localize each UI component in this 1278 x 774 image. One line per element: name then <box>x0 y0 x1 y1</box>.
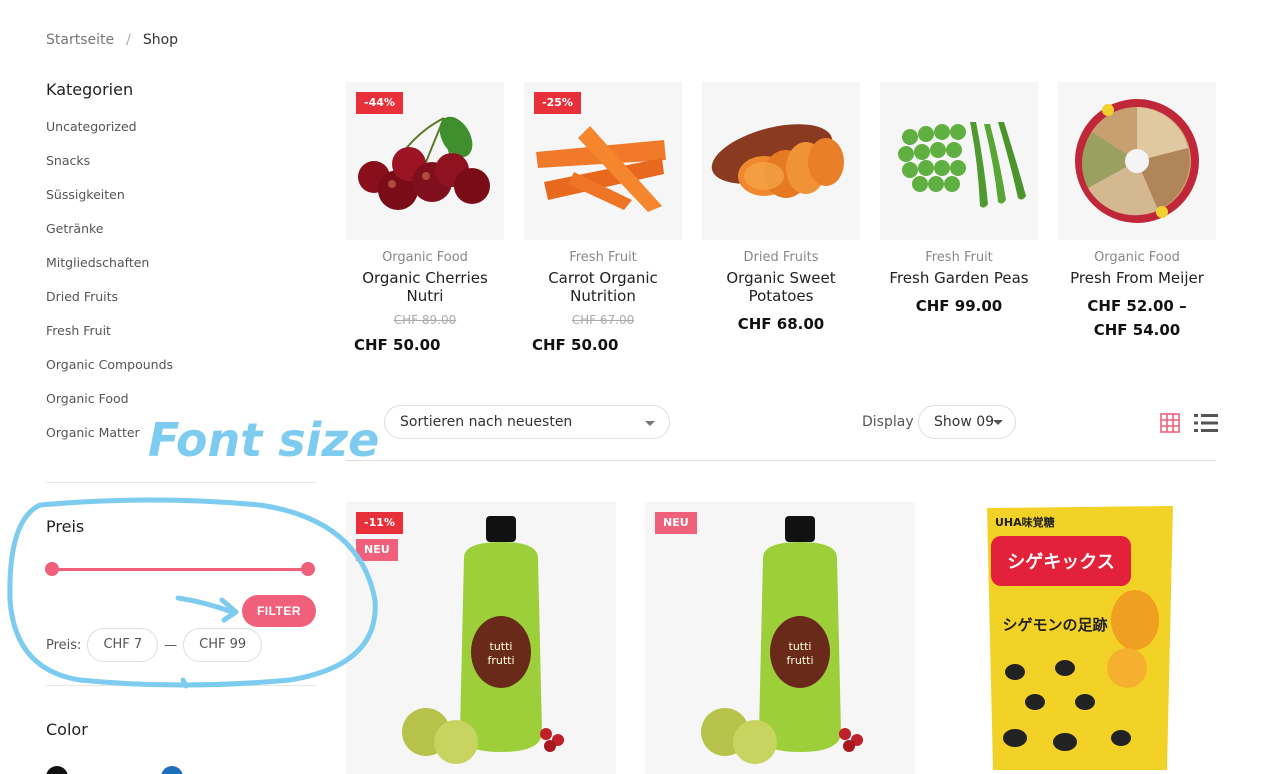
category-link[interactable]: Organic Matter <box>46 423 316 457</box>
price-label: Preis: <box>46 637 82 653</box>
filter-button[interactable]: FILTER <box>242 595 316 627</box>
chevron-down-icon <box>645 421 655 426</box>
price-slider-track[interactable] <box>52 568 308 571</box>
product-card[interactable]: -44% Organic Food Organic Cherries Nutri… <box>346 82 504 357</box>
new-badge: NEU <box>356 539 398 561</box>
product-name[interactable]: Fresh Garden Peas <box>880 269 1038 287</box>
product-name[interactable]: Organic Cherries Nutri <box>346 269 504 305</box>
product-image[interactable]: -25% <box>524 82 682 240</box>
product-old-price: CHF 89.00 <box>393 313 457 327</box>
product-name[interactable]: Presh From Meijer <box>1058 269 1216 287</box>
product-card[interactable]: tutti frutti -11% NEU <box>346 502 616 774</box>
product-price: CHF 52.00 – CHF 54.00 <box>1087 297 1187 339</box>
color-title: Color <box>46 720 88 739</box>
product-card[interactable]: UHA味覚糖 シゲキックス シゲモンの足跡 <box>945 502 1215 774</box>
product-card[interactable]: -25% Fresh Fruit Carrot Organic Nutritio… <box>524 82 682 357</box>
list-view-icon[interactable] <box>1194 413 1218 433</box>
category-link[interactable]: Mitgliedschaften <box>46 253 316 287</box>
product-price: CHF 68.00 <box>737 315 825 333</box>
show-count-value: Show 09 <box>934 414 995 430</box>
bottle-label-line2: frutti <box>786 654 813 667</box>
bottle-label-line2: frutti <box>487 654 514 667</box>
product-name[interactable]: Carrot Organic Nutrition <box>524 269 682 305</box>
new-badge: NEU <box>655 512 697 534</box>
chevron-down-icon <box>993 420 1003 425</box>
price-max-value: CHF 99 <box>183 628 263 662</box>
category-link[interactable]: Süssigkeiten <box>46 185 316 219</box>
product-name[interactable]: Organic Sweet Potatoes <box>702 269 860 305</box>
price-min-value: CHF 7 <box>87 628 159 662</box>
sort-select-value: Sortieren nach neuesten <box>400 414 573 430</box>
price-title: Preis <box>46 517 85 536</box>
sidebar: Kategorien Uncategorized Snacks Süssigke… <box>46 80 316 457</box>
shower-gel-bottle-image: tutti frutti <box>701 516 863 764</box>
sidebar-divider <box>46 685 316 686</box>
category-link[interactable]: Fresh Fruit <box>46 321 316 355</box>
grid-view-icon[interactable] <box>1160 413 1180 433</box>
category-link[interactable]: Dried Fruits <box>46 287 316 321</box>
product-card[interactable]: Fresh Fruit Fresh Garden Peas CHF 99.00 <box>880 82 1038 318</box>
bottle-label-line1: tutti <box>789 640 812 653</box>
candy-bag-image: UHA味覚糖 シゲキックス シゲモンの足跡 <box>987 506 1173 770</box>
candy-title-text: シゲキックス <box>1007 551 1114 573</box>
discount-badge: -11% <box>356 512 403 534</box>
price-slider-max-handle[interactable] <box>301 562 315 576</box>
candy-subtitle-text: シゲモンの足跡 <box>1002 616 1107 634</box>
product-image[interactable] <box>1058 82 1216 240</box>
show-count-select[interactable]: Show 09 <box>918 405 1016 439</box>
category-link[interactable]: Organic Food <box>46 389 316 423</box>
breadcrumb-home-link[interactable]: Startseite <box>46 32 114 48</box>
product-image[interactable] <box>880 82 1038 240</box>
price-dash: — <box>164 637 178 653</box>
breadcrumb: Startseite / Shop <box>46 32 178 48</box>
display-label: Display <box>862 414 914 430</box>
product-card[interactable]: Dried Fruits Organic Sweet Potatoes CHF … <box>702 82 860 336</box>
color-swatch-black[interactable] <box>46 766 68 774</box>
breadcrumb-separator: / <box>126 32 131 48</box>
candy-brand-text: UHA味覚糖 <box>995 515 1055 529</box>
category-list: Uncategorized Snacks Süssigkeiten Geträn… <box>46 117 316 457</box>
sweet-potatoes-image <box>711 124 844 198</box>
product-price: CHF 99.00 <box>915 297 1003 315</box>
product-image[interactable]: -44% <box>346 82 504 240</box>
product-card[interactable]: Organic Food Presh From Meijer CHF 52.00… <box>1058 82 1216 342</box>
peas-image <box>898 122 1026 208</box>
price-range-row: Preis: CHF 7 — CHF 99 <box>46 628 263 662</box>
sidebar-divider <box>46 482 316 483</box>
product-category[interactable]: Dried Fruits <box>702 250 860 265</box>
product-price: CHF 50.00 <box>532 336 619 354</box>
product-price: CHF 50.00 <box>354 336 441 354</box>
product-image[interactable] <box>702 82 860 240</box>
discount-badge: -44% <box>356 92 403 114</box>
nuts-tray-image <box>1075 99 1199 223</box>
breadcrumb-current: Shop <box>142 32 179 48</box>
product-category[interactable]: Organic Food <box>1058 250 1216 265</box>
product-category[interactable]: Fresh Fruit <box>880 250 1038 265</box>
bottle-label-line1: tutti <box>490 640 513 653</box>
categories-title: Kategorien <box>46 80 134 99</box>
product-card[interactable]: tutti frutti NEU <box>645 502 915 774</box>
category-link[interactable]: Getränke <box>46 219 316 253</box>
sort-select[interactable]: Sortieren nach neuesten <box>384 405 670 439</box>
product-old-price: CHF 67.00 <box>571 313 635 327</box>
shop-toolbar: Sortieren nach neuesten Display Show 09 <box>346 405 1218 441</box>
discount-badge: -25% <box>534 92 581 114</box>
product-category[interactable]: Fresh Fruit <box>524 250 682 265</box>
price-slider-min-handle[interactable] <box>45 562 59 576</box>
toolbar-divider <box>346 460 1216 461</box>
product-category[interactable]: Organic Food <box>346 250 504 265</box>
category-link[interactable]: Uncategorized <box>46 117 316 151</box>
category-link[interactable]: Snacks <box>46 151 316 185</box>
color-swatch-blue[interactable] <box>161 766 183 774</box>
category-link[interactable]: Organic Compounds <box>46 355 316 389</box>
